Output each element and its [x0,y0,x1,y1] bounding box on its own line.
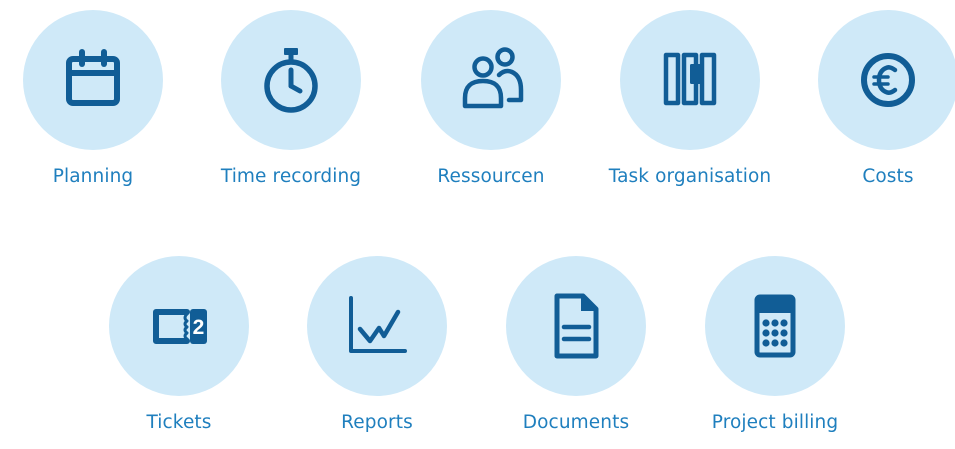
calendar-icon [66,49,120,106]
feature-label: Reports [341,412,413,433]
feature-planning[interactable]: Planning [3,10,183,187]
ticket-number-glyph: 2 [193,316,205,339]
line-chart-icon [349,296,407,353]
feature-label: Task organisation [608,166,772,187]
planning-circle [23,10,163,150]
euro-icon [861,53,915,107]
feature-label: Costs [862,166,914,187]
task-organisation-circle [620,10,760,150]
feature-label: Time recording [220,166,362,187]
feature-tickets[interactable]: 2 Tickets [89,256,269,433]
feature-costs[interactable]: Costs [798,10,955,187]
feature-label: Ressourcen [437,166,545,187]
feature-time-recording[interactable]: Time recording [201,10,381,187]
stopwatch-icon [264,48,318,113]
feature-task-organisation[interactable]: Task organisation [600,10,780,187]
feature-ressourcen[interactable]: Ressourcen [401,10,581,187]
feature-label: Project billing [711,412,839,433]
document-icon [554,293,599,359]
tickets-circle: 2 [109,256,249,396]
feature-label: Documents [522,412,630,433]
reports-circle [307,256,447,396]
time-recording-circle [221,10,361,150]
feature-label: Planning [52,166,134,187]
ticket-icon: 2 [153,309,207,344]
feature-documents[interactable]: Documents [486,256,666,433]
feature-reports[interactable]: Reports [287,256,467,433]
feature-label: Tickets [146,412,212,433]
people-icon [462,47,524,109]
feature-project-billing[interactable]: Project billing [685,256,865,433]
ressourcen-circle [421,10,561,150]
costs-circle [818,10,955,150]
calculator-icon [754,294,796,358]
kanban-icon [663,52,717,106]
project-billing-circle [705,256,845,396]
documents-circle [506,256,646,396]
